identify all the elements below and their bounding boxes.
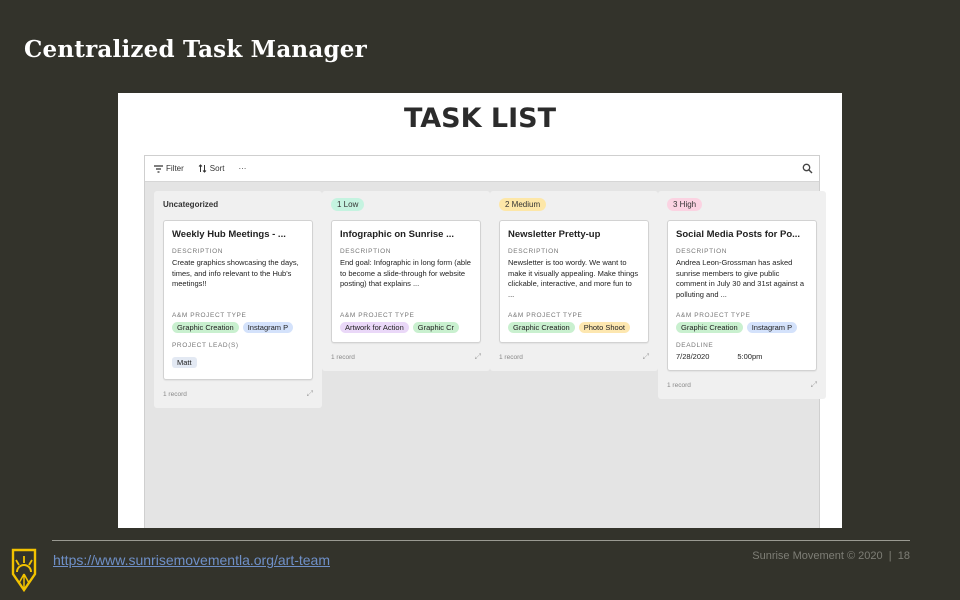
column-name: 2 Medium [499, 197, 547, 211]
expand-icon[interactable]: ⤢ [307, 389, 313, 399]
kanban-board: Uncategorized Weekly Hub Meetings - ... … [145, 182, 826, 528]
art-team-link[interactable]: https://www.sunrisemovementla.org/art-te… [53, 552, 330, 568]
search-icon[interactable] [802, 163, 813, 174]
tag: Graphic Cr [412, 322, 460, 333]
tag: Photo Shoot [578, 322, 630, 333]
tag: Graphic Creation [676, 322, 743, 333]
card-title: Weekly Hub Meetings - ... [172, 229, 286, 240]
project-type-label: A&M PROJECT TYPE [340, 312, 415, 319]
record-count: 1 record [667, 381, 691, 389]
deadline-time: 5:00pm [737, 352, 763, 361]
card-title: Newsletter Pretty-up [508, 229, 601, 240]
tag: Instagram P [242, 322, 294, 333]
project-type-label: A&M PROJECT TYPE [676, 312, 751, 319]
column-name: Uncategorized [163, 199, 219, 209]
project-type-tags: Graphic Creation Photo Shoot [508, 322, 640, 333]
expand-icon[interactable]: ⤢ [475, 352, 481, 362]
column-footer: 1 record ⤢ [658, 371, 826, 399]
project-type-tags: Graphic Creation Instagram P [172, 322, 304, 333]
footer-meta: Sunrise Movement © 2020 | 18 [752, 550, 910, 562]
page-number: 18 [897, 550, 910, 562]
filter-button[interactable]: Filter [154, 164, 184, 173]
column-footer: 1 record ⤢ [154, 380, 322, 408]
project-type-label: A&M PROJECT TYPE [172, 312, 247, 319]
expand-icon[interactable]: ⤢ [811, 380, 817, 390]
slide-title: Centralized Task Manager [24, 36, 367, 63]
description-label: DESCRIPTION [340, 248, 392, 255]
sort-icon [198, 164, 207, 173]
card-title: Social Media Posts for Po... [676, 229, 801, 240]
task-list-screenshot: TASK LIST Filter Sort ··· Uncategorized [118, 93, 842, 528]
task-card[interactable]: Social Media Posts for Po... DESCRIPTION… [667, 220, 817, 371]
task-list-heading: TASK LIST [403, 103, 557, 134]
deadline-value: 7/28/2020 5:00pm [676, 352, 808, 361]
copyright-text: Sunrise Movement © 2020 [752, 550, 883, 562]
record-count: 1 record [499, 353, 523, 361]
column-header[interactable]: 3 High [658, 191, 826, 217]
project-lead-label: PROJECT LEAD(S) [172, 342, 239, 349]
project-type-tags: Artwork for Action Graphic Cr [340, 322, 472, 333]
deadline-date: 7/28/2020 [676, 352, 710, 361]
tag: Graphic Creation [172, 322, 239, 333]
more-icon: ··· [238, 164, 247, 173]
project-type-tags: Graphic Creation Instagram P [676, 322, 808, 333]
sort-button[interactable]: Sort [198, 164, 225, 173]
column-uncategorized: Uncategorized Weekly Hub Meetings - ... … [154, 191, 322, 408]
column-footer: 1 record ⤢ [490, 343, 658, 371]
project-type-label: A&M PROJECT TYPE [508, 312, 583, 319]
column-header[interactable]: 1 Low [322, 191, 490, 217]
description-label: DESCRIPTION [676, 248, 728, 255]
description-label: DESCRIPTION [508, 248, 560, 255]
column-footer: 1 record ⤢ [322, 343, 490, 371]
description-label: DESCRIPTION [172, 248, 224, 255]
deadline-label: DEADLINE [676, 342, 714, 349]
record-count: 1 record [163, 390, 187, 398]
sort-label: Sort [209, 164, 225, 173]
tag: Instagram P [746, 322, 798, 333]
column-header[interactable]: Uncategorized [154, 191, 322, 217]
task-board-app: Filter Sort ··· Uncategorized Weekly Hub… [144, 155, 826, 528]
footer-divider [52, 540, 910, 541]
sunrise-logo [11, 548, 37, 593]
more-options-button[interactable]: ··· [238, 164, 246, 173]
card-description: End goal: Infographic in long form (able… [340, 258, 471, 289]
column-high: 3 High Social Media Posts for Po... DESC… [658, 191, 826, 399]
task-card[interactable]: Infographic on Sunrise ... DESCRIPTION E… [331, 220, 481, 343]
filter-icon [154, 164, 163, 173]
record-count: 1 record [331, 353, 355, 361]
card-description: Newsletter is too wordy. We want to make… [508, 258, 639, 299]
board-toolbar: Filter Sort ··· [145, 156, 819, 182]
card-title: Infographic on Sunrise ... [340, 229, 455, 240]
column-medium: 2 Medium Newsletter Pretty-up DESCRIPTIO… [490, 191, 658, 371]
tag: Artwork for Action [340, 322, 409, 333]
tag: Graphic Creation [508, 322, 575, 333]
task-card[interactable]: Newsletter Pretty-up DESCRIPTION Newslet… [499, 220, 649, 343]
column-header[interactable]: 2 Medium [490, 191, 658, 217]
column-low: 1 Low Infographic on Sunrise ... DESCRIP… [322, 191, 490, 371]
project-lead-value: Matt [172, 357, 197, 368]
card-description: Andrea Leon-Grossman has asked sunrise m… [676, 258, 804, 299]
expand-icon[interactable]: ⤢ [643, 352, 649, 362]
task-card[interactable]: Weekly Hub Meetings - ... DESCRIPTION Cr… [163, 220, 313, 380]
column-name: 3 High [667, 197, 703, 211]
card-description: Create graphics showcasing the days, tim… [172, 258, 299, 289]
filter-label: Filter [166, 164, 184, 173]
column-name: 1 Low [331, 197, 365, 211]
